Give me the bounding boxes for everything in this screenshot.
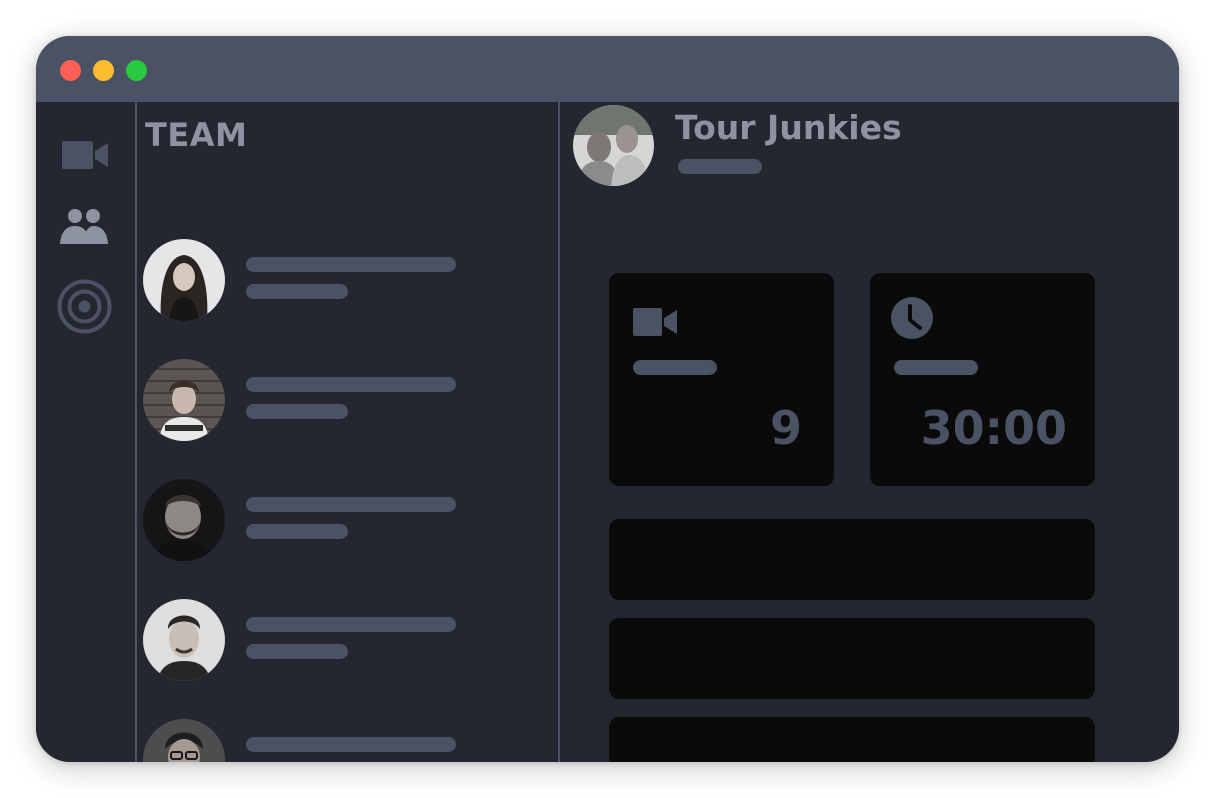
icon-rail (36, 102, 135, 762)
video-count-value: 9 (769, 401, 802, 455)
stat-label-placeholder (894, 360, 978, 375)
zoom-window-button[interactable] (126, 60, 147, 81)
video-camera-icon (633, 308, 677, 336)
target-icon[interactable] (57, 279, 112, 334)
list-row[interactable] (609, 717, 1095, 762)
member-avatar (143, 599, 225, 681)
team-heading: TEAM (145, 116, 248, 154)
minimize-window-button[interactable] (93, 60, 114, 81)
member-name-placeholder (246, 377, 456, 392)
member-avatar (143, 719, 225, 762)
video-count-card[interactable]: 9 (609, 273, 834, 486)
member-avatar (143, 479, 225, 561)
duration-value: 30:00 (920, 401, 1067, 455)
list-row[interactable] (609, 519, 1095, 600)
team-member-item[interactable] (143, 239, 463, 323)
member-role-placeholder (246, 524, 348, 539)
users-icon[interactable] (59, 207, 109, 245)
stat-label-placeholder (633, 360, 717, 375)
list-row[interactable] (609, 618, 1095, 699)
duration-card[interactable]: 30:00 (870, 273, 1095, 486)
member-avatar (143, 239, 225, 321)
member-role-placeholder (246, 284, 348, 299)
member-name-placeholder (246, 257, 456, 272)
title-bar (36, 36, 1179, 102)
team-avatar (573, 105, 654, 186)
team-member-item[interactable] (143, 359, 463, 443)
clock-icon (891, 297, 933, 339)
team-name: Tour Junkies (675, 108, 902, 147)
member-name-placeholder (246, 497, 456, 512)
team-member-item[interactable] (143, 599, 463, 683)
member-role-placeholder (246, 404, 348, 419)
member-avatar (143, 359, 225, 441)
video-camera-icon[interactable] (62, 140, 110, 170)
team-member-item[interactable] (143, 479, 463, 563)
member-role-placeholder (246, 644, 348, 659)
member-name-placeholder (246, 617, 456, 632)
member-name-placeholder (246, 737, 456, 752)
team-member-item[interactable] (143, 719, 463, 762)
team-subtitle-placeholder (678, 159, 762, 174)
close-window-button[interactable] (60, 60, 81, 81)
